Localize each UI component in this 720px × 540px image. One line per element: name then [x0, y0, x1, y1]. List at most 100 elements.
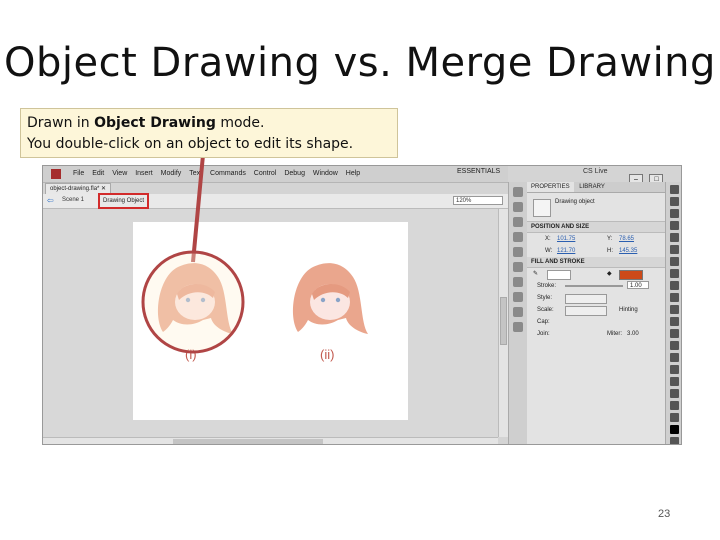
cs-live-button[interactable]: CS Live [583, 168, 608, 175]
stroke-row: Stroke: 1.00 [527, 280, 665, 292]
fill-color-swatch[interactable] [619, 270, 643, 280]
w-value[interactable]: 121.70 [557, 245, 575, 257]
zoom-select[interactable]: 120% [453, 196, 503, 205]
miter-label: Miter: [607, 331, 622, 337]
y-label: Y: [607, 236, 613, 242]
bone-tool-icon[interactable] [670, 329, 679, 338]
menu-file[interactable]: File [73, 166, 84, 182]
panel-icon[interactable] [513, 262, 523, 272]
callout-bold-text: Object Drawing [94, 115, 216, 131]
edit-bar: ⇦ Scene 1 Drawing Object 120% [43, 193, 508, 209]
rectangle-tool-icon[interactable] [670, 281, 679, 290]
swap-colors-icon[interactable] [670, 425, 679, 434]
zoom-tool-icon[interactable] [670, 389, 679, 398]
menu-debug[interactable]: Debug [284, 166, 305, 182]
text-tool-icon[interactable] [670, 257, 679, 266]
paint-bucket-tool-icon[interactable] [670, 341, 679, 350]
brush-tool-icon[interactable] [670, 305, 679, 314]
tools-panel [665, 182, 681, 444]
girl-figure-object[interactable] [158, 263, 233, 334]
style-dropdown[interactable] [565, 294, 607, 304]
panel-icon[interactable] [513, 322, 523, 332]
xy-row: X: 101.75 Y: 78.65 [527, 233, 665, 245]
panel-icon[interactable] [513, 247, 523, 257]
menu-text[interactable]: Text [189, 166, 202, 182]
h-value[interactable]: 145.35 [619, 245, 637, 257]
wh-row: W: 121.70 H: 145.35 [527, 245, 665, 257]
cap-row: Cap: [527, 316, 665, 328]
x-value[interactable]: 101.75 [557, 233, 575, 245]
panel-icon[interactable] [513, 292, 523, 302]
y-value[interactable]: 78.65 [619, 233, 634, 245]
menu-modify[interactable]: Modify [161, 166, 182, 182]
stroke-value[interactable]: 1.00 [627, 281, 649, 289]
object-drawing-mode-icon[interactable] [670, 437, 679, 444]
fill-stroke-section[interactable]: FILL AND STROKE [527, 257, 665, 268]
slide-title: Object Drawing vs. Merge Drawing [4, 40, 716, 86]
scroll-thumb[interactable] [500, 297, 507, 345]
menu-bar: File Edit View Insert Modify Text Comman… [43, 166, 508, 183]
properties-tabs: PROPERTIES LIBRARY [527, 182, 665, 193]
pen-tool-icon[interactable] [670, 245, 679, 254]
flash-screenshot: File Edit View Insert Modify Text Comman… [42, 165, 682, 445]
stroke-slider[interactable] [565, 285, 623, 287]
join-label: Join: [537, 331, 550, 337]
panel-dock-icons [508, 182, 528, 444]
eraser-tool-icon[interactable] [670, 365, 679, 374]
scale-dropdown[interactable] [565, 306, 607, 316]
menu-view[interactable]: View [112, 166, 127, 182]
breadcrumb-scene[interactable]: Scene 1 [59, 195, 87, 206]
menu-commands[interactable]: Commands [210, 166, 246, 182]
object-type-label: Drawing object [555, 199, 595, 205]
stage[interactable]: (i) (ii) [133, 222, 408, 420]
panel-icon[interactable] [513, 307, 523, 317]
fill-color-icon[interactable] [670, 413, 679, 422]
label-ii: (ii) [320, 347, 334, 362]
callout-line-2: You double-click on an object to edit it… [27, 136, 354, 152]
hand-tool-icon[interactable] [670, 377, 679, 386]
panel-icon[interactable] [513, 217, 523, 227]
color-row: ✎ ◆ [527, 268, 665, 280]
menu-window[interactable]: Window [313, 166, 338, 182]
back-arrow-icon[interactable]: ⇦ [47, 196, 54, 205]
menu-control[interactable]: Control [254, 166, 277, 182]
selection-tool-icon[interactable] [670, 185, 679, 194]
w-label: W: [545, 248, 553, 254]
position-size-section[interactable]: POSITION AND SIZE [527, 222, 665, 233]
page-number: 23 [658, 508, 671, 520]
girl-figure-merge[interactable] [293, 263, 368, 334]
subselection-tool-icon[interactable] [670, 197, 679, 206]
stroke-color-swatch[interactable] [547, 270, 571, 280]
flash-app-icon [51, 169, 61, 179]
scroll-thumb[interactable] [173, 439, 323, 444]
pencil-tool-icon[interactable] [670, 293, 679, 302]
workspace-switcher[interactable]: ESSENTIALS [457, 168, 500, 175]
breadcrumb-drawing-object[interactable]: Drawing Object [98, 193, 150, 209]
cap-label: Cap: [537, 319, 550, 325]
deco-tool-icon[interactable] [670, 317, 679, 326]
menu-edit[interactable]: Edit [92, 166, 104, 182]
stroke-label: Stroke: [537, 283, 557, 289]
callout-text: Drawn in [27, 115, 95, 131]
hinting-checkbox[interactable]: Hinting [619, 304, 638, 316]
panel-icon[interactable] [513, 277, 523, 287]
eyedropper-tool-icon[interactable] [670, 353, 679, 362]
line-tool-icon[interactable] [670, 269, 679, 278]
3d-rotation-tool-icon[interactable] [670, 221, 679, 230]
callout-text: mode. [215, 115, 265, 131]
tab-properties[interactable]: PROPERTIES [527, 182, 574, 192]
lasso-tool-icon[interactable] [670, 233, 679, 242]
object-header: Drawing object [527, 193, 665, 222]
panel-icon[interactable] [513, 202, 523, 212]
stroke-color-icon[interactable] [670, 401, 679, 410]
panel-icon[interactable] [513, 187, 523, 197]
miter-value[interactable]: 3.00 [627, 328, 639, 340]
tab-library[interactable]: LIBRARY [575, 182, 609, 192]
horizontal-scrollbar[interactable] [43, 437, 498, 444]
free-transform-tool-icon[interactable] [670, 209, 679, 218]
menu-help[interactable]: Help [346, 166, 360, 182]
panel-icon[interactable] [513, 232, 523, 242]
scale-row: Scale: Hinting [527, 304, 665, 316]
pencil-icon: ✎ [533, 271, 539, 277]
menu-insert[interactable]: Insert [135, 166, 153, 182]
